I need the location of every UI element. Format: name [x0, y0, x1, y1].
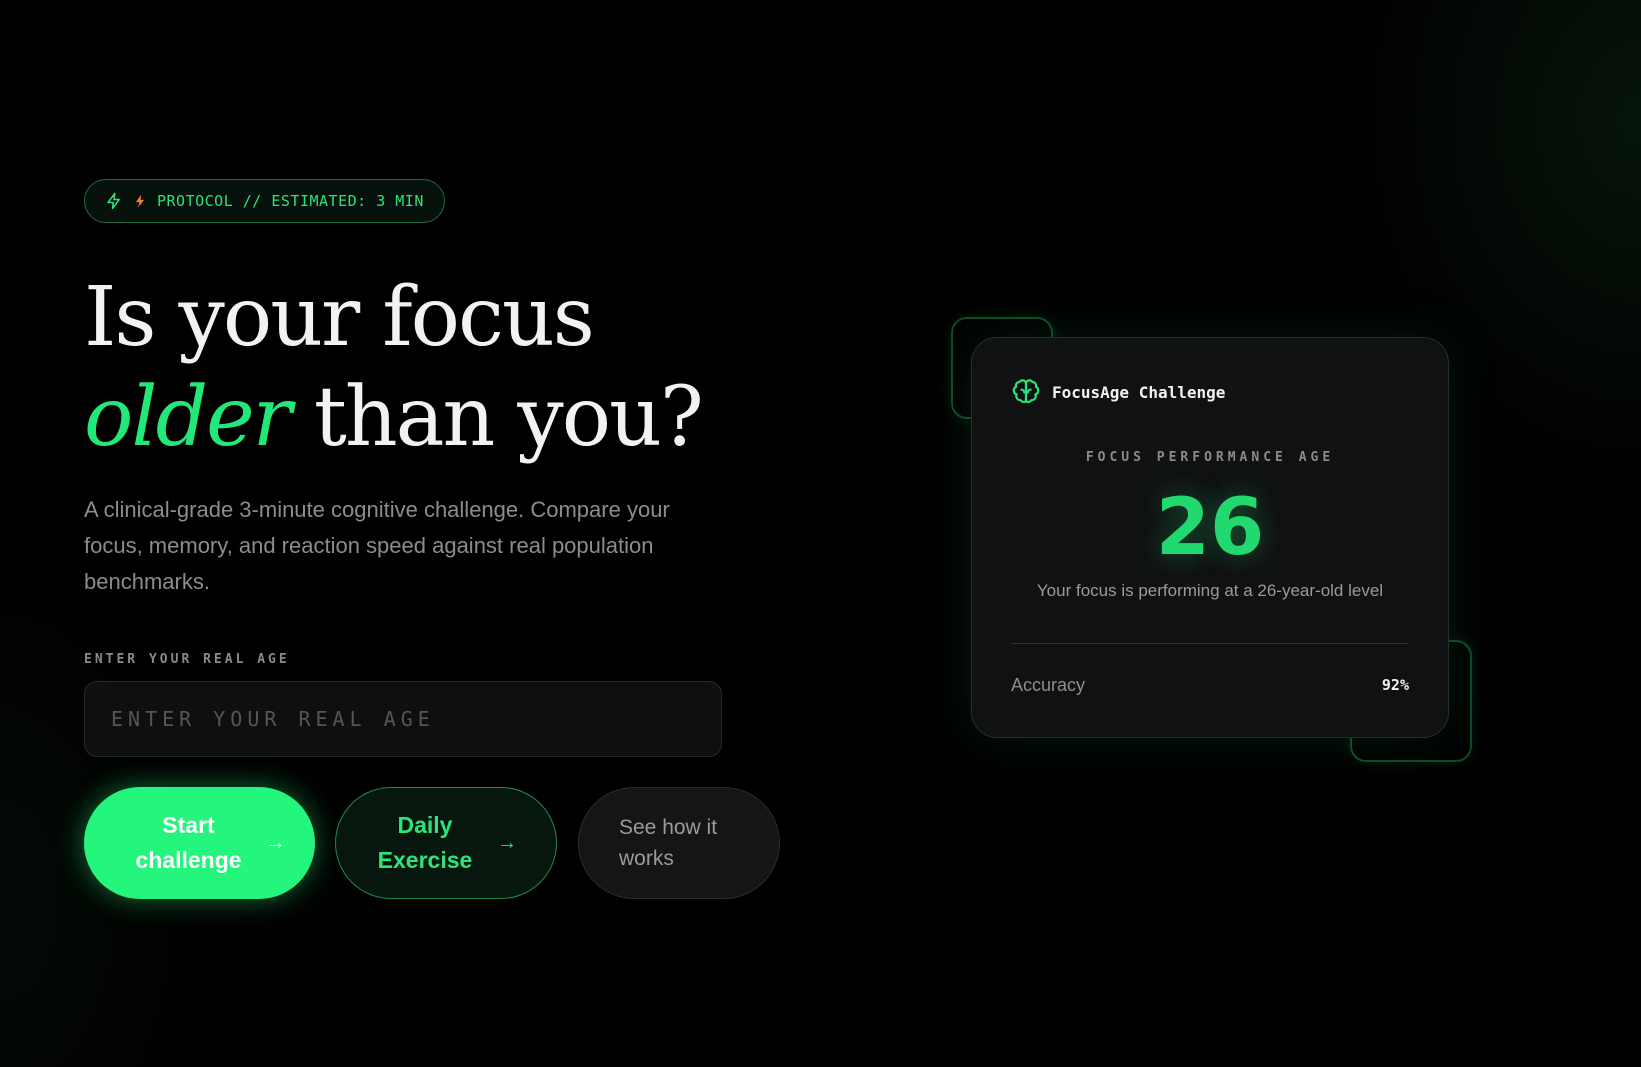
protocol-badge: PROTOCOL // ESTIMATED: 3 MIN — [84, 179, 445, 223]
age-input-label: ENTER YOUR REAL AGE — [84, 652, 290, 667]
focus-performance-age-label: FOCUS PERFORMANCE AGE — [1085, 450, 1335, 465]
card-divider — [1011, 643, 1409, 644]
arrow-right-icon: → — [265, 831, 286, 854]
title-line-2: older than you? — [84, 368, 704, 468]
zap-filled-icon — [135, 194, 145, 208]
card-title: FocusAge Challenge — [1052, 382, 1226, 402]
title-accent-word: older — [84, 370, 292, 465]
focus-age-caption: Your focus is performing at a 26-year-ol… — [1036, 581, 1384, 600]
hero-description: A clinical-grade 3-minute cognitive chal… — [84, 497, 670, 594]
accuracy-label: Accuracy — [1011, 675, 1086, 695]
badge-text: PROTOCOL // ESTIMATED: 3 MIN — [157, 192, 424, 210]
see-how-it-works-label: See how it works — [619, 816, 718, 870]
arrow-right-icon: → — [497, 831, 517, 854]
start-challenge-label: Start challenge — [135, 812, 242, 873]
title-line-1: Is your focus — [84, 270, 595, 365]
daily-exercise-button[interactable]: Daily Exercise → — [335, 787, 557, 899]
page-title: Is your focus older than you? — [84, 268, 704, 468]
title-line-2-rest: than you? — [289, 370, 704, 465]
brain-icon — [1012, 379, 1040, 404]
start-challenge-button[interactable]: Start challenge → — [84, 787, 315, 899]
focus-age-score: 26 — [1155, 483, 1265, 573]
result-preview-card: FocusAge Challenge FOCUS PERFORMANCE AGE… — [971, 337, 1449, 738]
card-header: FocusAge Challenge — [1012, 378, 1225, 406]
zap-outline-icon — [107, 192, 120, 210]
see-how-it-works-button[interactable]: See how it works — [578, 787, 780, 899]
daily-exercise-label: Daily Exercise — [377, 812, 473, 873]
age-input[interactable] — [84, 681, 722, 757]
accuracy-value: 92% — [1381, 676, 1409, 694]
